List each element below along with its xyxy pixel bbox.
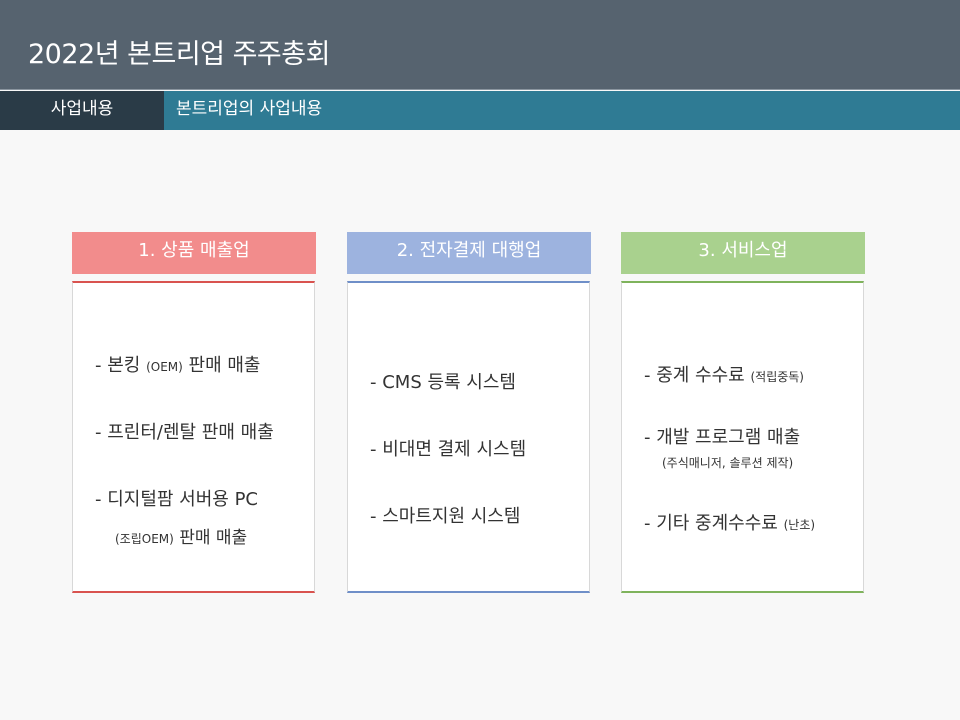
list-item: - 프린터/렌탈 판매 매출 [95, 422, 274, 443]
list-item: - 비대면 결제 시스템 [370, 439, 527, 460]
list-item-sub: (주식매니저, 솔루션 제작) [662, 456, 794, 470]
list-item: - 스마트지원 시스템 [370, 506, 521, 527]
card-heading-payment-agency: 2. 전자결제 대행업 [347, 232, 591, 274]
card-heading-services: 3. 서비스업 [621, 232, 865, 274]
list-item: - 개발 프로그램 매출 [644, 427, 801, 448]
list-item: - 본킹 (OEM) 판매 매출 [95, 355, 261, 376]
section-title: 본트리업의 사업내용 [176, 99, 323, 119]
card-payment-agency: - CMS 등록 시스템 - 비대면 결제 시스템 - 스마트지원 시스템 [347, 281, 590, 593]
section-label: 사업내용 [0, 91, 164, 130]
list-item: - CMS 등록 시스템 [370, 372, 516, 393]
card-services: - 중계 수수료 (적립중독) - 개발 프로그램 매출 (주식매니저, 솔루션… [621, 281, 864, 593]
slide-header: 2022년 본트리업 주주총회 [0, 0, 960, 90]
list-item-sub: (조립OEM) 판매 매출 [115, 528, 248, 548]
slide-title: 2022년 본트리업 주주총회 [28, 39, 330, 70]
list-item: - 중계 수수료 (적립중독) [644, 365, 804, 386]
list-item: - 디지털팜 서버용 PC [95, 489, 259, 510]
card-heading-product-sales: 1. 상품 매출업 [72, 232, 316, 274]
list-item: - 기타 중계수수료 (난초) [644, 513, 816, 534]
card-product-sales: - 본킹 (OEM) 판매 매출 - 프린터/렌탈 판매 매출 - 디지털팜 서… [72, 281, 315, 593]
section-bar: 사업내용 본트리업의 사업내용 [0, 91, 960, 130]
